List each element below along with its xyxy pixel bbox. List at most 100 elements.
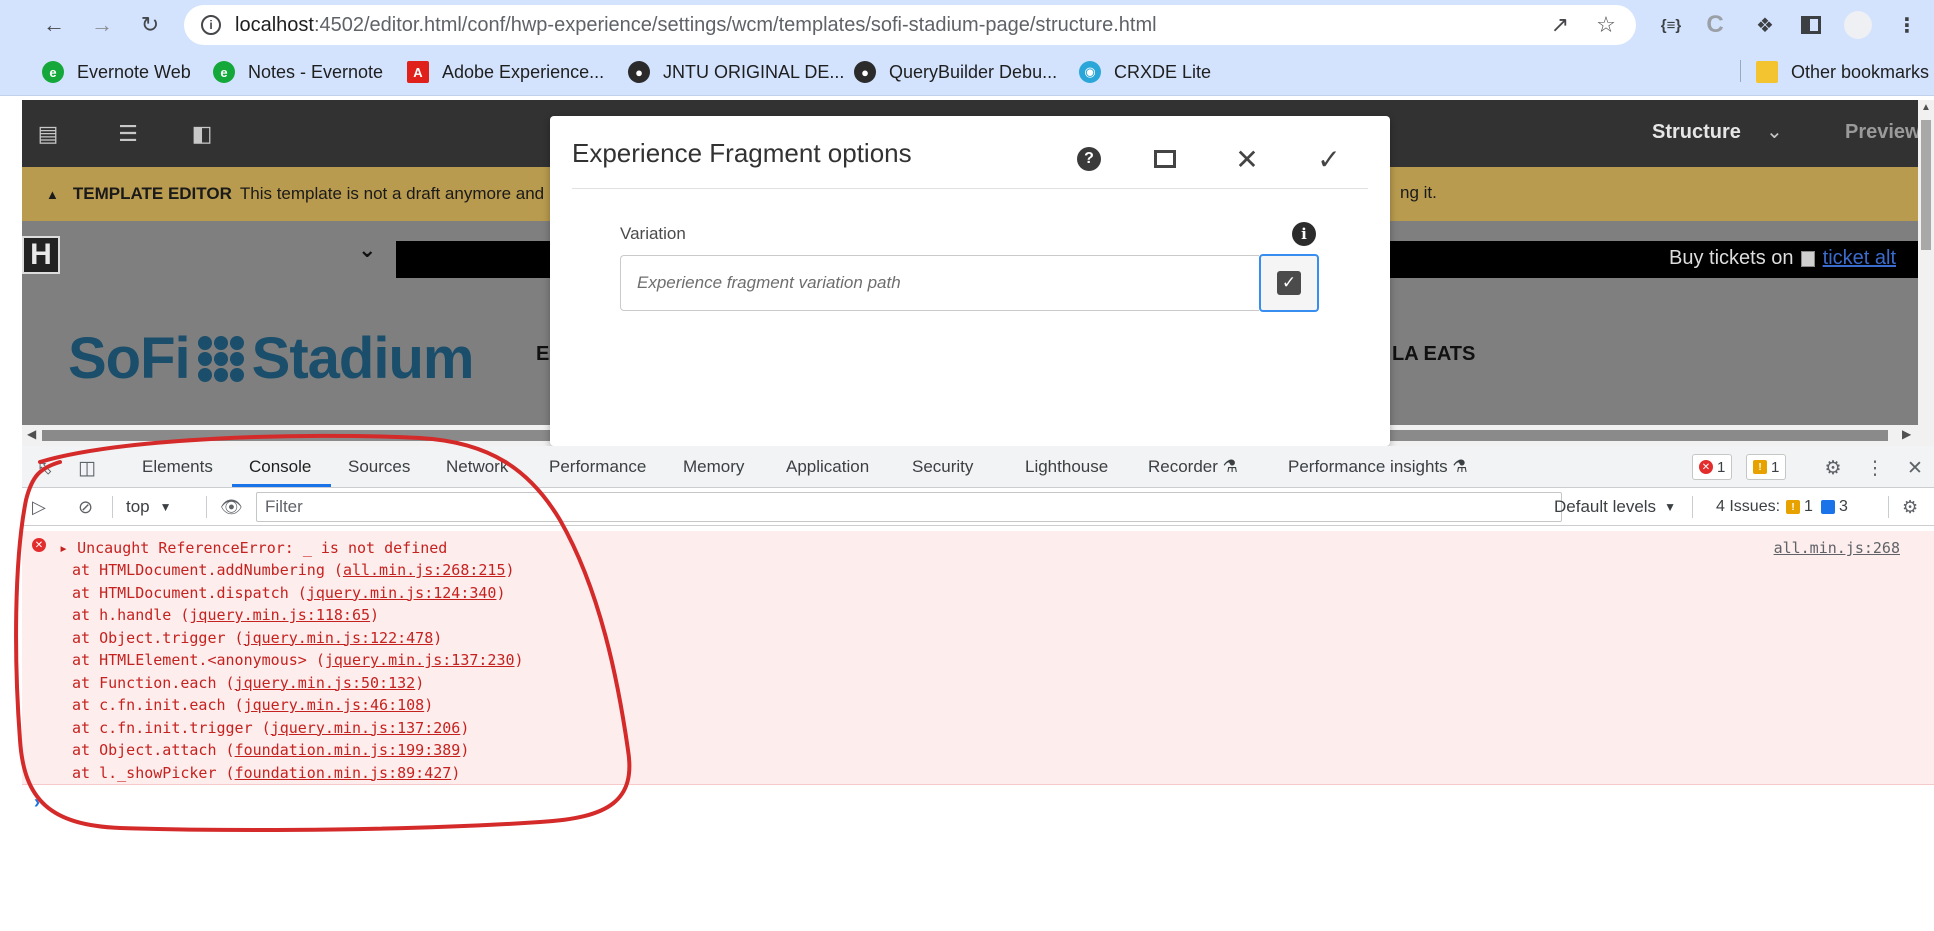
tab-lighthouse[interactable]: Lighthouse (1025, 457, 1108, 477)
stack-frame-link[interactable]: foundation.min.js:89:427 (235, 764, 452, 782)
stack-frame-link[interactable]: jquery.min.js:46:108 (244, 696, 425, 714)
globe-icon: ● (628, 61, 650, 83)
inspect-element-icon[interactable]: ⬁ (32, 455, 58, 481)
crxde-icon: ◉ (1079, 61, 1101, 83)
error-message-block[interactable]: ✕ ▸ Uncaught ReferenceError: _ is not de… (22, 531, 1934, 785)
tab-memory[interactable]: Memory (683, 457, 744, 477)
path-picker-button[interactable]: ✓ (1259, 254, 1319, 312)
console-prompt-icon[interactable]: › (34, 792, 40, 813)
issues-counter[interactable]: 4 Issues: ! 1 3 (1716, 495, 1848, 519)
bookmark-adobe-experience[interactable]: A Adobe Experience... (407, 58, 604, 86)
chevron-down-icon[interactable]: ⌄ (358, 237, 376, 263)
log-levels-dropdown[interactable]: Default levels ▼ (1554, 495, 1676, 519)
stack-frame: at h.handle (jquery.min.js:118:65) (72, 606, 379, 624)
back-arrow-icon[interactable]: ← (38, 9, 70, 41)
dropdown-arrow-icon: ▼ (1664, 500, 1676, 514)
stack-frame-text: ) (415, 673, 425, 692)
tab-network[interactable]: Network (446, 457, 508, 477)
tab-sources[interactable]: Sources (348, 457, 410, 477)
other-bookmarks[interactable]: Other bookmarks (1756, 58, 1929, 86)
device-toolbar-icon[interactable]: ◫ (74, 455, 100, 481)
extensions-puzzle-icon[interactable]: ❖ (1750, 10, 1780, 40)
nav-item-partial[interactable]: E (536, 343, 549, 366)
buy-tickets-text[interactable]: Buy tickets on ticket alt (1669, 247, 1896, 270)
bookmark-jntu[interactable]: ● JNTU ORIGINAL DE... (628, 58, 844, 86)
clear-console-icon[interactable]: ⊘ (78, 495, 93, 519)
scrollbar-thumb[interactable] (1921, 120, 1931, 250)
profile-avatar[interactable] (1843, 10, 1873, 40)
mode-selector[interactable]: Structure (1652, 121, 1741, 144)
stack-frame: at Object.trigger (jquery.min.js:122:478… (72, 629, 442, 647)
toolbar-separator (1888, 496, 1889, 518)
console-settings-gear-icon[interactable]: ⚙ (1902, 495, 1918, 519)
json-extension-icon[interactable]: {≡} (1656, 10, 1686, 40)
stack-frame-link[interactable]: jquery.min.js:122:478 (244, 629, 434, 647)
ticket-alt-link[interactable]: ticket alt (1823, 247, 1896, 269)
fullscreen-icon[interactable] (1150, 144, 1180, 174)
globe-icon: ● (854, 61, 876, 83)
close-devtools-icon[interactable]: ✕ (1902, 455, 1928, 481)
tab-performance-insights[interactable]: Performance insights ⚗ (1288, 457, 1468, 477)
preview-button[interactable]: Preview (1845, 121, 1918, 144)
chevron-down-icon[interactable]: ⌄ (1766, 119, 1783, 144)
tab-performance[interactable]: Performance (549, 457, 646, 477)
help-icon[interactable]: ? (1074, 144, 1104, 174)
warning-count-badge[interactable]: ! 1 (1746, 454, 1787, 480)
bookmark-evernote-web[interactable]: e Evernote Web (42, 58, 191, 86)
console-filter-input[interactable]: Filter (256, 492, 1562, 522)
more-options-icon[interactable]: ⋮ (1862, 455, 1888, 481)
forward-arrow-icon[interactable]: → (86, 9, 118, 41)
tab-application[interactable]: Application (786, 457, 869, 477)
tab-security[interactable]: Security (912, 457, 973, 477)
nav-item-la-eats[interactable]: LA EATS (1392, 343, 1475, 366)
share-icon[interactable]: ↗ (1548, 12, 1572, 37)
expand-triangle-icon[interactable]: ▸ (59, 539, 77, 557)
flask-icon: ⚗ (1222, 457, 1238, 476)
evernote-icon: e (213, 61, 235, 83)
stack-frame-link[interactable]: jquery.min.js:50:132 (235, 674, 416, 692)
stack-frame-text: ) (505, 561, 515, 579)
browser-address-bar: ← → ↻ i localhost:4502/editor.html/conf/… (0, 0, 1934, 50)
stack-frame-link[interactable]: all.min.js:268:215 (343, 561, 506, 579)
stack-frame-link[interactable]: jquery.min.js:137:206 (271, 719, 461, 737)
side-panel-icon[interactable] (1796, 10, 1826, 40)
error-source-link[interactable]: all.min.js:268 (1774, 539, 1900, 557)
side-panel-toggle-icon[interactable]: ▤ (34, 120, 62, 148)
omnibox[interactable]: i localhost:4502/editor.html/conf/hwp-ex… (184, 5, 1636, 45)
tab-elements[interactable]: Elements (142, 457, 213, 477)
tab-console[interactable]: Console (249, 457, 311, 477)
site-info-icon[interactable]: i (201, 15, 221, 35)
emulator-icon[interactable]: ◧ (188, 120, 216, 148)
stack-frame-link[interactable]: jquery.min.js:137:230 (325, 651, 515, 669)
tab-recorder[interactable]: Recorder ⚗ (1148, 457, 1238, 477)
close-icon[interactable]: ✕ (1232, 144, 1262, 175)
checkbox-icon: ✓ (1277, 271, 1301, 295)
variation-path-input[interactable]: Experience fragment variation path (620, 255, 1259, 311)
template-editor-label: TEMPLATE EDITOR (72, 184, 232, 203)
reload-icon[interactable]: ↻ (134, 9, 166, 41)
bookmark-star-icon[interactable]: ☆ (1594, 12, 1618, 37)
scroll-up-icon[interactable]: ▲ (1921, 102, 1931, 113)
bookmark-notes-evernote[interactable]: e Notes - Evernote (213, 58, 383, 86)
error-count-badge[interactable]: ✕ 1 (1692, 454, 1733, 480)
sidebar-toggle-icon[interactable]: ▷ (32, 495, 46, 519)
context-selector[interactable]: top ▼ (126, 495, 172, 519)
stack-frame-link[interactable]: jquery.min.js:118:65 (189, 606, 370, 624)
done-check-icon[interactable]: ✓ (1314, 144, 1344, 175)
vertical-scrollbar[interactable]: ▲ (1918, 100, 1934, 446)
bookmark-querybuilder[interactable]: ● QueryBuilder Debu... (854, 58, 1057, 86)
info-message-icon (1820, 500, 1835, 514)
browser-menu-icon[interactable]: ⋮ (1892, 10, 1922, 40)
url-text[interactable]: localhost:4502/editor.html/conf/hwp-expe… (235, 14, 1157, 37)
stack-frame-link[interactable]: foundation.min.js:199:389 (235, 741, 461, 759)
scroll-left-icon[interactable]: ◀ (27, 427, 36, 441)
error-title[interactable]: ▸ Uncaught ReferenceError: _ is not defi… (59, 539, 447, 557)
bookmark-crxde-lite[interactable]: ◉ CRXDE Lite (1079, 58, 1211, 86)
page-properties-icon[interactable]: ☰ (114, 120, 142, 148)
settings-gear-icon[interactable]: ⚙ (1820, 455, 1846, 481)
stack-frame-link[interactable]: jquery.min.js:124:340 (307, 584, 497, 602)
scroll-right-icon[interactable]: ▶ (1902, 427, 1911, 441)
info-icon[interactable]: i (1292, 222, 1316, 246)
live-expression-eye-icon[interactable]: 👁 (220, 495, 243, 519)
c-extension-icon[interactable]: C (1700, 10, 1730, 40)
